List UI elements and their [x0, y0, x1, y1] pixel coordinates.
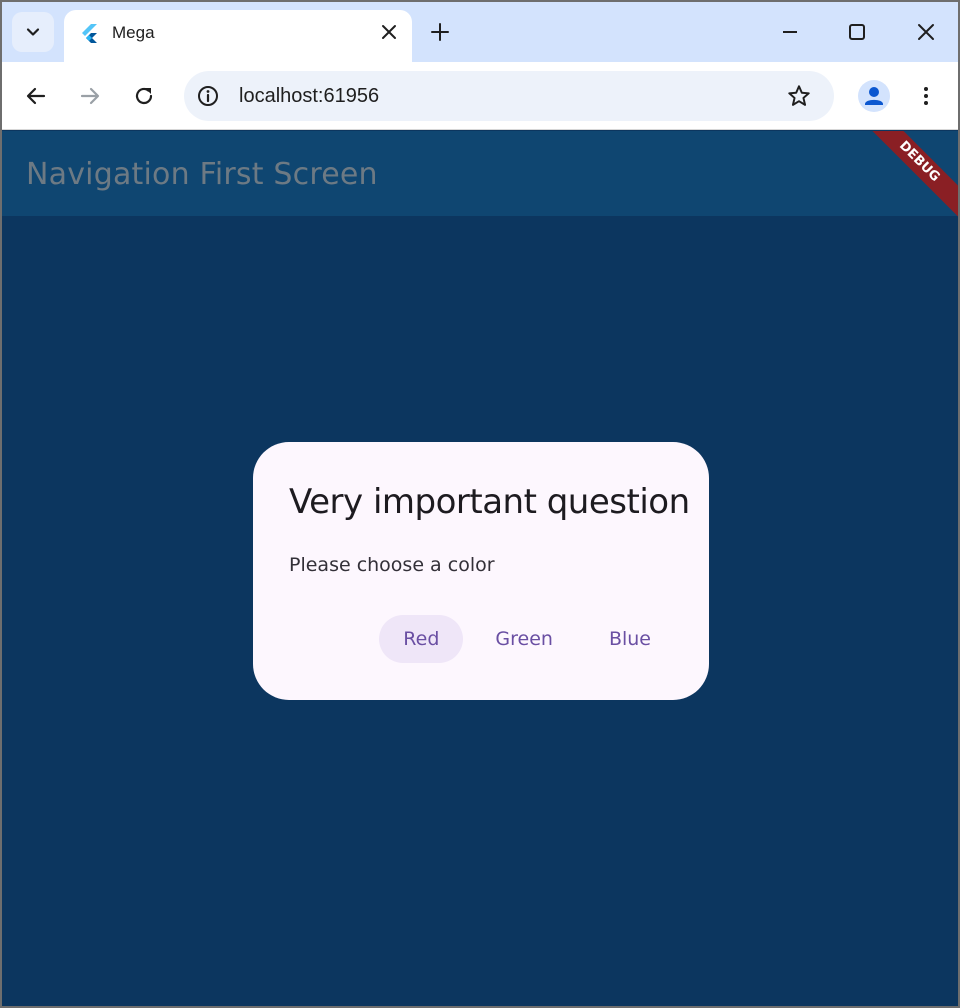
browser-window: Mega localhost:61956 Navigation First Sc… — [0, 0, 960, 1008]
url-text[interactable]: localhost:61956 — [239, 85, 379, 108]
tab-strip: Mega — [2, 2, 958, 62]
star-icon[interactable] — [786, 83, 812, 109]
blue-button[interactable]: Blue — [585, 615, 675, 663]
maximize-icon[interactable] — [845, 20, 869, 44]
plus-icon[interactable] — [430, 22, 450, 42]
app-viewport: Navigation First Screen DEBUG Very impor… — [2, 131, 958, 1006]
close-icon[interactable] — [380, 23, 398, 41]
tab-search-button[interactable] — [12, 12, 54, 52]
browser-toolbar: localhost:61956 — [2, 62, 958, 130]
browser-tab[interactable]: Mega — [64, 10, 412, 62]
dialog-actions: Red Green Blue — [379, 615, 675, 663]
alert-dialog: Very important question Please choose a … — [253, 442, 709, 700]
info-icon[interactable] — [196, 84, 220, 108]
reload-icon[interactable] — [132, 84, 156, 108]
dialog-title: Very important question — [289, 482, 690, 522]
more-vert-icon[interactable] — [914, 84, 938, 108]
green-button[interactable]: Green — [471, 615, 577, 663]
arrow-right-icon[interactable] — [78, 84, 102, 108]
address-bar[interactable]: localhost:61956 — [184, 71, 834, 121]
flutter-logo-icon — [82, 24, 97, 43]
dialog-content: Please choose a color — [289, 554, 495, 576]
close-icon[interactable] — [914, 20, 938, 44]
page-title: Navigation First Screen — [26, 157, 378, 192]
app-bar: Navigation First Screen — [2, 131, 958, 216]
tab-title: Mega — [112, 23, 155, 42]
minimize-icon[interactable] — [778, 20, 802, 44]
chevron-down-icon — [26, 28, 40, 36]
arrow-left-icon[interactable] — [24, 84, 48, 108]
red-button[interactable]: Red — [379, 615, 464, 663]
person-icon — [865, 87, 883, 105]
profile-button[interactable] — [858, 80, 890, 112]
